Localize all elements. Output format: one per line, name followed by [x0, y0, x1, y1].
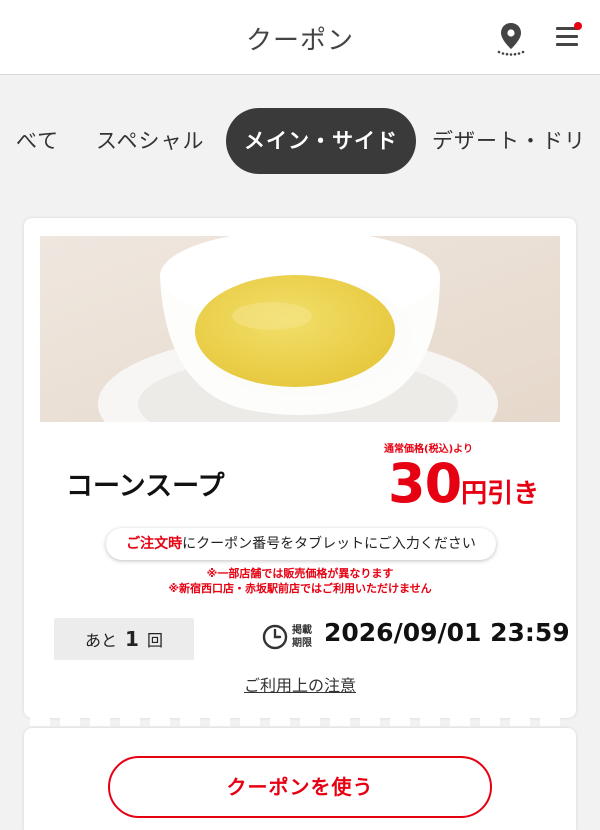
corn-soup-photo	[40, 236, 560, 422]
discount-value: 30	[388, 452, 462, 515]
note-line-1: ※一部店舗では販売価格が異なります	[206, 567, 394, 580]
clock-icon	[262, 624, 288, 650]
tab-special[interactable]: スペシャル	[96, 108, 205, 174]
app-header: クーポン	[0, 0, 600, 75]
perforation-divider	[24, 718, 576, 728]
expiry-label: 掲載 期限	[292, 624, 312, 650]
menu-icon[interactable]	[554, 22, 582, 52]
remaining-prefix: あと	[85, 631, 118, 650]
instruction-text: にクーポン番号をタブレットにご入力ください	[182, 536, 476, 552]
instruction-pill: ご注文時にクーポン番号をタブレットにご入力ください	[106, 528, 496, 560]
notification-badge	[574, 22, 582, 30]
note-line-2: ※新宿西口店・赤坂駅前店ではご利用いただけません	[168, 582, 432, 595]
expiry-label-line-1: 掲載	[292, 625, 312, 636]
coupon-card: コーンスープ 通常価格(税込)より 30円引き ご注文時にクーポン番号をタブレッ…	[24, 218, 576, 718]
tab-main-side[interactable]: メイン・サイド	[226, 108, 416, 174]
discount-amount: 30円引き	[388, 452, 539, 515]
expiry-date: 2026/09/01 23:59	[324, 618, 570, 647]
discount-unit: 円引き	[461, 479, 540, 509]
remaining-count: 1	[125, 627, 139, 651]
tab-dessert-drink[interactable]: デザート・ドリ	[432, 108, 586, 174]
remaining-suffix: 回	[146, 631, 163, 650]
coupon-notes: ※一部店舗では販売価格が異なります ※新宿西口店・赤坂駅前店ではご利用いただけま…	[24, 566, 576, 596]
terms-link[interactable]: ご利用上の注意	[24, 672, 576, 696]
category-tabs: べて スペシャル メイン・サイド デザート・ドリ	[0, 108, 600, 176]
expiry-label-line-2: 期限	[292, 638, 312, 649]
location-pin-icon[interactable]	[494, 20, 528, 56]
coupon-action-card: クーポンを使う	[24, 728, 576, 830]
tab-all[interactable]: べて	[16, 108, 59, 174]
instruction-emphasis: ご注文時	[126, 536, 183, 552]
remaining-uses-badge: あと 1 回	[54, 618, 194, 660]
item-name: コーンスープ	[66, 471, 225, 502]
use-coupon-button[interactable]: クーポンを使う	[108, 756, 492, 818]
